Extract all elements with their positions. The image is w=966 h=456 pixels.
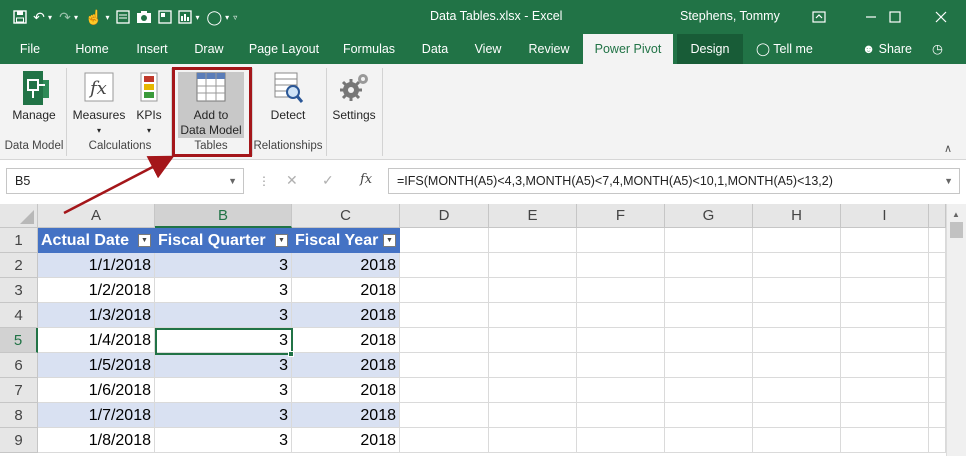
excel-window: ↶ ▾ ↷ ▾ ☝ ▾ ▾ ◯ ▾ ▿ Data Tables.xlsx - E… [0,0,966,456]
annotation-arrow [63,155,175,215]
